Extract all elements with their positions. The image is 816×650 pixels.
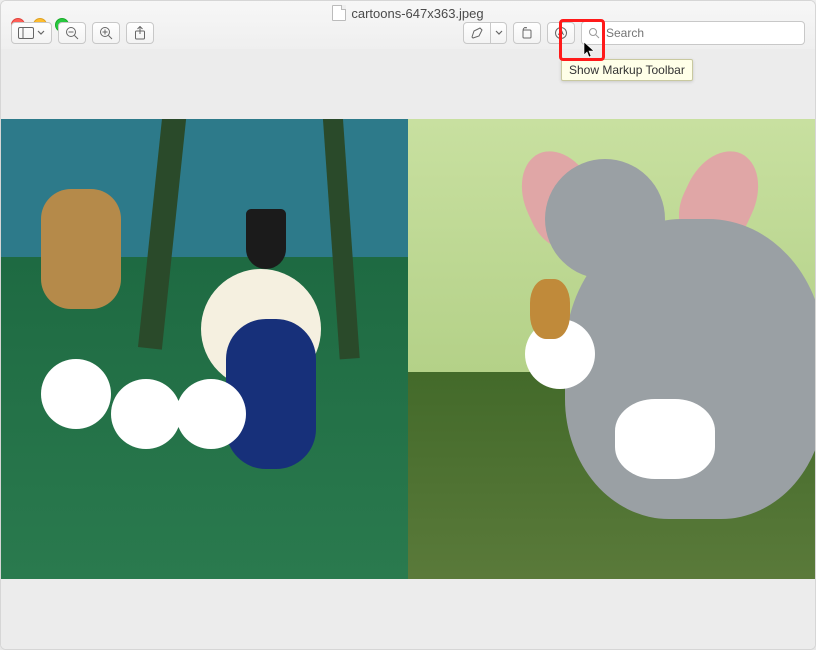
- image-right-half: [408, 119, 815, 579]
- tooltip-text: Show Markup Toolbar: [569, 63, 685, 77]
- chevron-down-icon: [37, 30, 45, 36]
- zoom-in-button[interactable]: [92, 22, 120, 44]
- toolbar: [11, 21, 805, 45]
- right-toolbar-group: [463, 21, 805, 45]
- titlebar: cartoons-647x363.jpeg: [1, 1, 815, 50]
- sidebar-button[interactable]: [11, 22, 52, 44]
- markup-icon: [554, 26, 568, 40]
- filename-label: cartoons-647x363.jpeg: [351, 6, 483, 21]
- image-viewport[interactable]: [1, 119, 815, 579]
- search-icon: [588, 27, 600, 39]
- sidebar-icon: [18, 27, 34, 39]
- markup-button[interactable]: [547, 22, 575, 44]
- search-input[interactable]: [604, 25, 798, 41]
- file-icon: [332, 5, 346, 21]
- highlight-dropdown-chevron[interactable]: [491, 22, 507, 44]
- chevron-down-icon: [495, 30, 503, 36]
- content-area: [1, 49, 815, 649]
- rotate-icon: [520, 27, 534, 39]
- left-toolbar-group: [11, 22, 154, 44]
- preview-window: cartoons-647x363.jpeg: [0, 0, 816, 650]
- image-left-half: [1, 119, 408, 579]
- highlight-icon: [470, 27, 484, 39]
- highlight-dropdown: [463, 22, 507, 44]
- highlight-button[interactable]: [463, 22, 491, 44]
- markup-tooltip: Show Markup Toolbar: [561, 59, 693, 81]
- share-icon: [134, 26, 146, 40]
- zoom-out-button[interactable]: [58, 22, 86, 44]
- zoom-out-icon: [65, 26, 79, 40]
- window-title: cartoons-647x363.jpeg: [1, 5, 815, 21]
- rotate-button[interactable]: [513, 22, 541, 44]
- zoom-in-icon: [99, 26, 113, 40]
- search-field[interactable]: [581, 21, 805, 45]
- share-button[interactable]: [126, 22, 154, 44]
